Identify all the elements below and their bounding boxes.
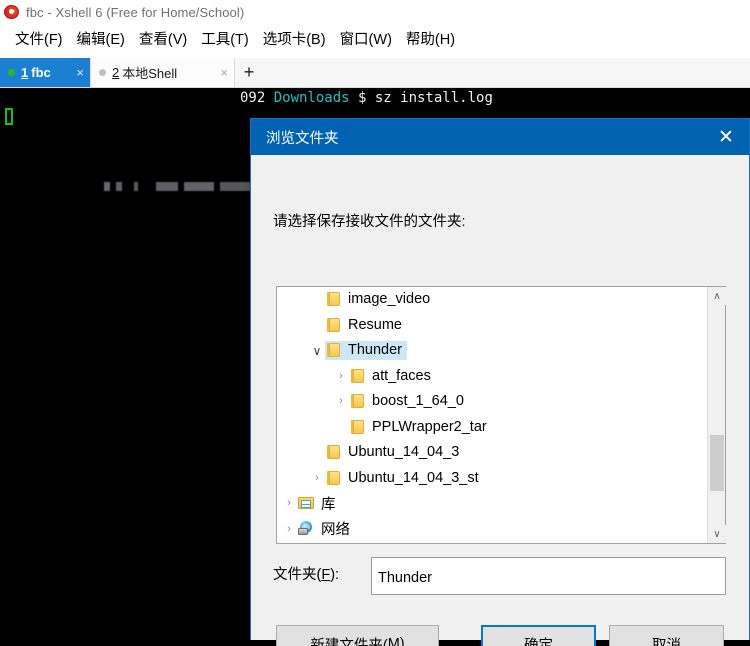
cancel-button[interactable]: 取消 [609,625,724,646]
folder-icon [326,317,342,332]
tree-item-image_video[interactable]: image_video [277,287,706,313]
library-icon [298,496,315,510]
folder-tree-viewport: image_video Resume ∨ Thunder › att_faces… [277,287,706,543]
tree-item-ubuntu_14_04_3[interactable]: Ubuntu_14_04_3 [277,440,706,466]
dialog-titlebar: 浏览文件夹 ✕ [251,119,749,155]
tree-item-label: 库 [321,496,336,513]
tree-item-label: Thunder [348,342,403,359]
new-tab-button[interactable]: + [235,58,263,87]
tree-item-label: Ubuntu_14_04_3 [348,444,460,461]
folder-tree-scrollbar[interactable]: ∧ ∨ [707,287,726,543]
tree-item-label: boost_1_64_0 [372,393,464,410]
tree-item-boost_1_64_0[interactable]: › boost_1_64_0 [277,389,706,415]
tree-item-network[interactable]: › 网络 [277,517,706,543]
chevron-right-icon[interactable]: › [309,472,325,484]
terminal-cursor [5,108,13,125]
folder-name-input[interactable] [371,557,726,595]
tree-item-libraries[interactable]: › 库 [277,491,706,517]
tab-number: 1 [21,65,29,80]
tree-item-ubuntu_14_04_3_st[interactable]: › Ubuntu_14_04_3_st [277,466,706,492]
folder-icon [350,368,366,383]
tab-fbc[interactable]: 1 fbc × [0,58,90,87]
dialog-body: 请选择保存接收文件的文件夹: image_video Resume ∨ Thun… [251,155,749,646]
network-icon [298,521,315,536]
terminal-command: $ sz install.log [349,90,493,106]
xshell-window: fbc - Xshell 6 (Free for Home/School) 文件… [0,0,750,646]
menubar: 文件(F) 编辑(E) 查看(V) 工具(T) 选项卡(B) 窗口(W) 帮助(… [0,25,750,53]
tab-number: 2 [112,65,120,80]
chevron-right-icon[interactable]: › [333,370,349,382]
close-icon[interactable]: × [214,66,228,79]
tab-label: 本地Shell [122,66,178,81]
tree-item-pplwrapper2_tar[interactable]: PPLWrapper2_tar [277,415,706,441]
menu-help[interactable]: 帮助(H) [399,26,462,52]
tab-strip: 1 fbc × 2 本地Shell × + [0,58,750,88]
scroll-up-icon[interactable]: ∧ [708,287,726,305]
menu-file[interactable]: 文件(F) [8,26,70,52]
tree-item-thunder[interactable]: ∨ Thunder [277,338,706,364]
scrollbar-thumb[interactable] [710,435,724,491]
window-title: fbc - Xshell 6 (Free for Home/School) [26,4,245,20]
folder-icon [350,419,366,434]
tree-item-label: att_faces [372,367,431,384]
folder-icon [326,445,342,460]
ok-button[interactable]: 确定 [481,625,596,646]
folder-icon [350,394,366,409]
menu-tools[interactable]: 工具(T) [194,26,256,52]
terminal-prompt-prefix: 092 [240,90,274,106]
tree-item-att_faces[interactable]: › att_faces [277,364,706,390]
close-icon[interactable]: ✕ [703,119,749,155]
tab-local-shell[interactable]: 2 本地Shell × [90,58,235,87]
tree-item-resume[interactable]: Resume [277,313,706,339]
folder-icon [326,343,342,358]
tree-item-label: image_video [348,291,431,308]
chevron-right-icon[interactable]: › [281,523,297,535]
folder-icon [326,292,342,307]
chevron-down-icon[interactable]: ∨ [309,345,325,357]
tab-status-dot-connected [8,69,15,76]
browse-folder-dialog: 浏览文件夹 ✕ 请选择保存接收文件的文件夹: image_video Resum… [250,118,750,646]
chevron-right-icon[interactable]: › [281,498,297,509]
menu-view[interactable]: 查看(V) [132,26,194,52]
tab-label: fbc [31,65,51,80]
dialog-title: 浏览文件夹 [266,130,339,147]
chevron-right-icon[interactable]: › [333,396,349,407]
folder-tree[interactable]: image_video Resume ∨ Thunder › att_faces… [276,286,726,544]
scroll-down-icon[interactable]: ∨ [708,525,726,543]
folder-field-label: 文件夹(F): [273,567,340,583]
close-icon[interactable]: × [70,66,84,79]
folder-icon [326,470,342,485]
terminal-prompt-line: 092 Downloads $ sz install.log [240,90,750,106]
menu-window[interactable]: 窗口(W) [333,26,399,52]
terminal-directory: Downloads [273,90,350,106]
window-titlebar: fbc - Xshell 6 (Free for Home/School) [0,0,750,24]
tree-item-label: PPLWrapper2_tar [372,418,487,435]
tree-item-label: 网络 [321,522,350,539]
dialog-prompt: 请选择保存接收文件的文件夹: [273,214,466,230]
menu-edit[interactable]: 编辑(E) [70,26,132,52]
new-folder-button[interactable]: 新建文件夹(M) [276,625,439,646]
menu-tabs[interactable]: 选项卡(B) [256,26,333,52]
xshell-shell-icon [4,4,20,20]
tab-status-dot-disconnected [99,69,106,76]
tree-item-label: Resume [348,316,402,333]
tree-item-label: Ubuntu_14_04_3_st [348,469,479,486]
